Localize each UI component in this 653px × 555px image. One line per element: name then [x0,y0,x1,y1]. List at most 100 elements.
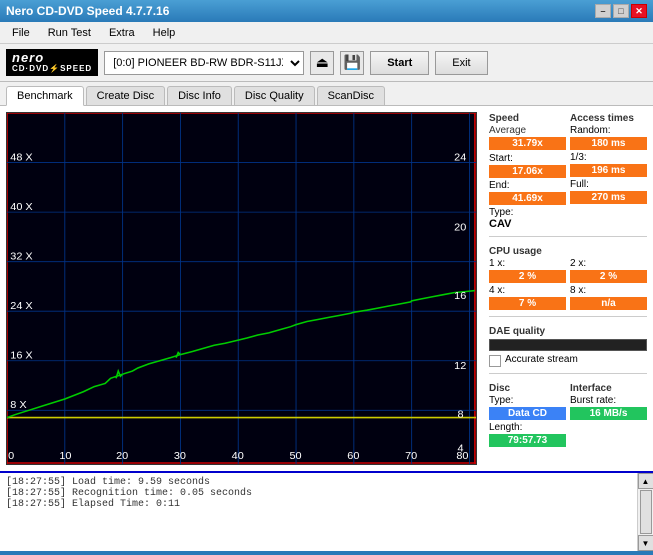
log-scrollbar: ▲ ▼ [637,473,653,551]
app-title: Nero CD-DVD Speed 4.7.7.16 [6,4,169,18]
log-line-2: [18:27:55] Recognition time: 0.05 second… [6,488,631,499]
cpu-8x-label: 8 x: [570,285,647,296]
cpu-header: CPU usage [489,246,647,257]
accurate-stream-checkbox[interactable] [489,355,501,367]
svg-text:48 X: 48 X [10,152,32,164]
speed-start-label: Start: [489,153,566,164]
cpu-2x-value: 2 % [570,270,647,283]
nero-subtitle: CD·DVD⚡SPEED [12,65,92,74]
tab-benchmark[interactable]: Benchmark [6,86,84,106]
bottom-border [0,551,653,555]
tab-disc-quality[interactable]: Disc Quality [234,86,315,105]
dae-quality-bar [489,339,647,351]
menu-bar: File Run Test Extra Help [0,22,653,44]
title-bar: Nero CD-DVD Speed 4.7.7.16 – □ ✕ [0,0,653,22]
speed-section: Speed Average 31.79x Start: 17.06x End: … [489,110,566,230]
one-third-value: 196 ms [570,164,647,177]
svg-text:40 X: 40 X [10,201,32,213]
disc-length-value: 79:57.73 [489,434,566,447]
cpu-section: CPU usage 1 x: 2 % 4 x: 7 % 2 x: 2 % 8 x… [489,243,647,310]
log-line-1: [18:27:55] Load time: 9.59 seconds [6,477,631,488]
svg-text:30: 30 [174,450,186,462]
close-button[interactable]: ✕ [631,4,647,18]
speed-type-label: Type: [489,207,566,218]
random-label: Random: [570,125,647,136]
cpu-1x-label: 1 x: [489,258,566,269]
nero-logo: nero CD·DVD⚡SPEED [6,49,98,76]
svg-text:32 X: 32 X [10,251,32,263]
scroll-down-button[interactable]: ▼ [638,535,653,551]
log-content: [18:27:55] Load time: 9.59 seconds [18:2… [0,473,637,551]
chart-area: 48 X 40 X 32 X 24 X 16 X 8 X 24 20 16 12… [6,112,477,465]
speed-type-value: CAV [489,218,566,230]
right-panel: Speed Average 31.79x Start: 17.06x End: … [483,106,653,471]
access-header: Access times [570,113,647,124]
speed-average-label: Average [489,125,566,136]
start-button[interactable]: Start [370,51,429,75]
cpu-1x-value: 2 % [489,270,566,283]
svg-text:80: 80 [456,450,468,462]
accurate-stream-label: Accurate stream [505,354,578,366]
svg-text:40: 40 [232,450,244,462]
minimize-button[interactable]: – [595,4,611,18]
cpu-4x-label: 4 x: [489,285,566,296]
menu-extra[interactable]: Extra [101,25,143,41]
log-area: [18:27:55] Load time: 9.59 seconds [18:2… [0,471,653,551]
drive-selector[interactable]: [0:0] PIONEER BD-RW BDR-S11JX 1.02 [104,51,304,75]
svg-text:10: 10 [59,450,71,462]
burst-rate-value: 16 MB/s [570,407,647,420]
window-controls: – □ ✕ [595,4,647,18]
random-value: 180 ms [570,137,647,150]
toolbar: nero CD·DVD⚡SPEED [0:0] PIONEER BD-RW BD… [0,44,653,82]
svg-text:24: 24 [454,152,466,164]
speed-end-value: 41.69x [489,192,566,205]
tab-bar: Benchmark Create Disc Disc Info Disc Qua… [0,82,653,106]
full-label: Full: [570,179,647,190]
disc-type-value: Data CD [489,407,566,420]
disc-section: Disc Type: Data CD Length: 79:57.73 [489,380,566,447]
main-content: 48 X 40 X 32 X 24 X 16 X 8 X 24 20 16 12… [0,106,653,471]
maximize-button[interactable]: □ [613,4,629,18]
interface-header: Interface [570,383,647,394]
burst-rate-label: Burst rate: [570,395,647,406]
dae-section: DAE quality Accurate stream [489,323,647,367]
disc-interface-section: Disc Type: Data CD Length: 79:57.73 Inte… [489,380,647,447]
interface-section: Interface Burst rate: 16 MB/s [570,380,647,447]
tab-create-disc[interactable]: Create Disc [86,86,165,105]
tab-scan-disc[interactable]: ScanDisc [317,86,385,105]
speed-end-label: End: [489,180,566,191]
svg-text:8: 8 [457,409,463,421]
save-icon[interactable]: 💾 [340,51,364,75]
speed-average-value: 31.79x [489,137,566,150]
svg-text:16 X: 16 X [10,350,32,362]
svg-text:16: 16 [454,290,466,302]
svg-text:12: 12 [454,360,466,372]
svg-text:60: 60 [347,450,359,462]
dae-header: DAE quality [489,326,647,337]
svg-text:20: 20 [116,450,128,462]
log-line-3: [18:27:55] Elapsed Time: 0:11 [6,499,631,510]
tab-disc-info[interactable]: Disc Info [167,86,232,105]
access-times-section: Access times Random: 180 ms 1/3: 196 ms … [570,110,647,230]
disc-length-label: Length: [489,422,566,433]
scroll-thumb[interactable] [640,490,652,534]
exit-button[interactable]: Exit [435,51,487,75]
svg-text:24 X: 24 X [10,300,32,312]
cpu-2x-label: 2 x: [570,258,647,269]
svg-text:0: 0 [8,450,14,462]
svg-text:70: 70 [405,450,417,462]
disc-type-label: Type: [489,395,566,406]
scroll-up-button[interactable]: ▲ [638,473,653,489]
disc-header: Disc [489,383,566,394]
one-third-label: 1/3: [570,152,647,163]
menu-run-test[interactable]: Run Test [40,25,99,41]
svg-text:8 X: 8 X [10,400,26,412]
full-value: 270 ms [570,191,647,204]
svg-text:20: 20 [454,222,466,234]
menu-help[interactable]: Help [145,25,184,41]
eject-icon[interactable]: ⏏ [310,51,334,75]
menu-file[interactable]: File [4,25,38,41]
speed-start-value: 17.06x [489,165,566,178]
speed-header: Speed [489,113,566,124]
cpu-4x-value: 7 % [489,297,566,310]
